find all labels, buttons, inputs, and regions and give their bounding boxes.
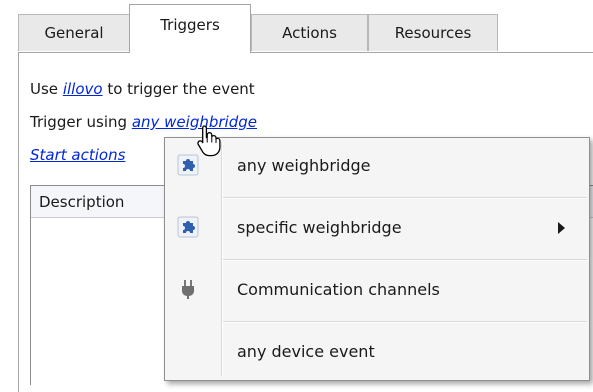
submenu-arrow-icon — [558, 222, 565, 234]
hand-cursor-icon — [197, 125, 221, 157]
tab-triggers-label: Triggers — [160, 16, 220, 34]
use-suffix-text: to trigger the event — [107, 80, 255, 98]
menu-item-label: Communication channels — [237, 280, 440, 299]
menu-item-any-device-event[interactable]: any device event — [167, 325, 587, 379]
start-actions-link[interactable]: Start actions — [30, 146, 125, 164]
trigger-prefix-text: Trigger using — [30, 113, 128, 131]
menu-separator — [223, 321, 587, 323]
menu-item-any-weighbridge[interactable]: any weighbridge — [167, 139, 587, 193]
tab-strip: General Triggers Actions Resources — [0, 0, 593, 53]
tab-general-label: General — [44, 24, 104, 42]
menu-item-label: any weighbridge — [237, 156, 371, 175]
tab-triggers[interactable]: Triggers — [129, 4, 251, 53]
menu-separator — [223, 197, 587, 199]
menu-item-label: any device event — [237, 342, 375, 361]
device-link[interactable]: illovo — [63, 80, 103, 98]
tab-resources[interactable]: Resources — [368, 14, 498, 51]
tab-general[interactable]: General — [18, 14, 130, 51]
trigger-link[interactable]: any weighbridge — [132, 113, 257, 131]
tab-resources-label: Resources — [394, 24, 472, 42]
use-prefix-text: Use — [30, 80, 59, 98]
menu-item-specific-weighbridge[interactable]: specific weighbridge — [167, 201, 587, 255]
use-device-line: Use illovo to trigger the event — [30, 80, 255, 98]
tab-actions-label: Actions — [282, 24, 337, 42]
puzzle-icon — [177, 216, 199, 238]
start-actions-line: Start actions — [30, 146, 125, 164]
trigger-context-menu: any weighbridge specific weighbridge Com… — [164, 137, 590, 381]
menu-item-communication-channels[interactable]: Communication channels — [167, 263, 587, 317]
column-header-description[interactable]: Description — [39, 193, 124, 211]
tab-actions[interactable]: Actions — [251, 14, 368, 51]
menu-separator — [223, 259, 587, 261]
menu-item-label: specific weighbridge — [237, 218, 402, 237]
plug-icon — [182, 280, 194, 299]
